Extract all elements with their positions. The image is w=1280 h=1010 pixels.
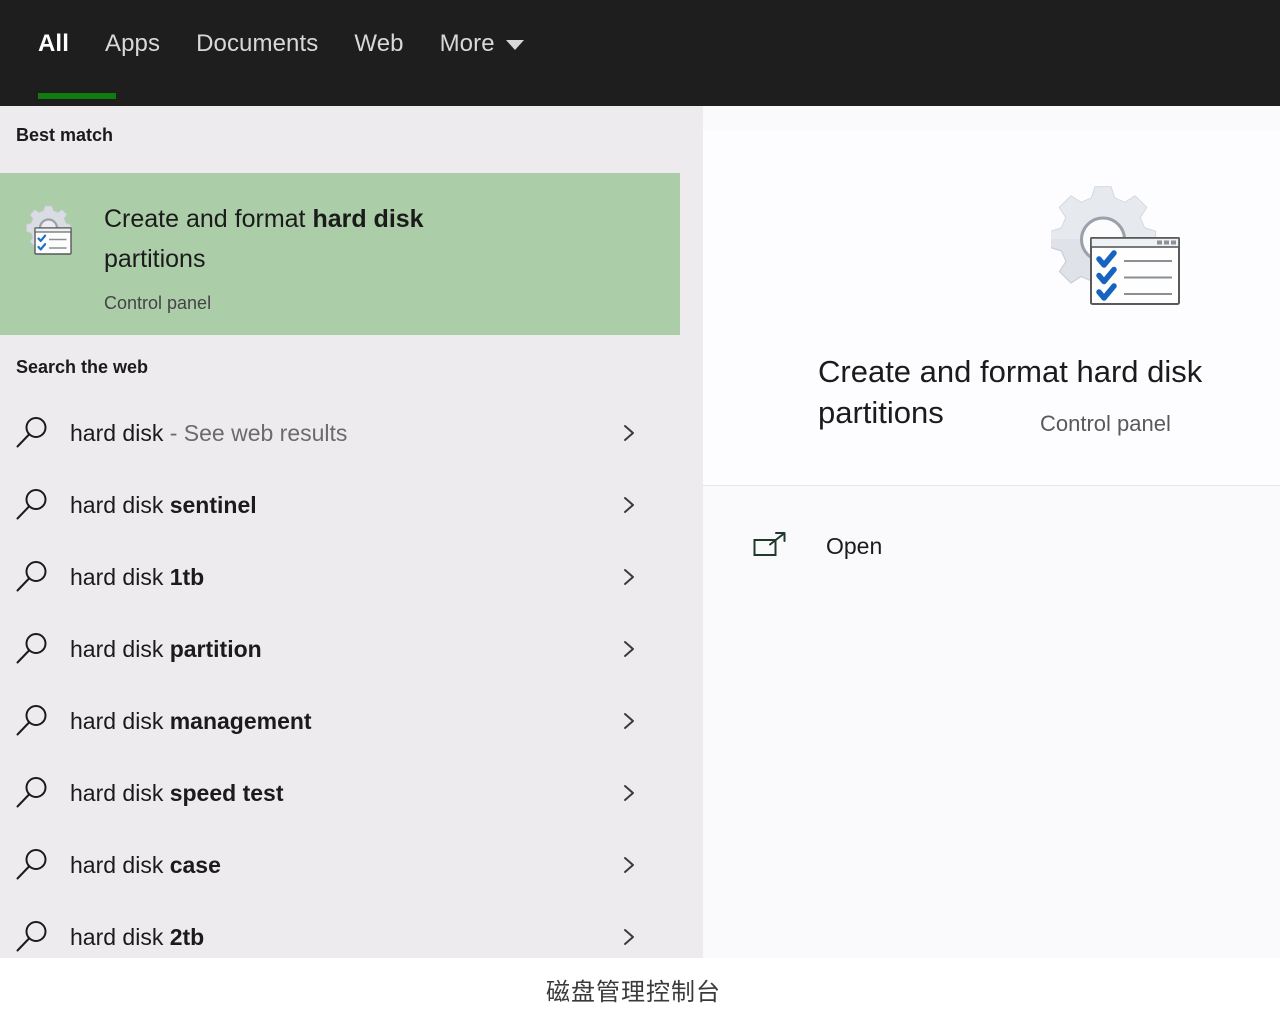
search-icon bbox=[10, 771, 54, 815]
best-match-title-highlight: hard disk bbox=[312, 205, 424, 233]
open-action-button[interactable]: Open bbox=[703, 513, 1280, 579]
tab-more[interactable]: More bbox=[422, 0, 542, 106]
suggestion-query-1: hard disk bbox=[70, 491, 170, 518]
search-icon bbox=[10, 915, 54, 958]
list-item[interactable]: hard disk sentinel bbox=[0, 469, 680, 541]
tab-apps[interactable]: Apps bbox=[87, 0, 178, 106]
caption-label: 磁盘管理控制台 bbox=[546, 978, 721, 1006]
chevron-right-icon[interactable] bbox=[618, 494, 640, 516]
list-item[interactable]: hard disk 2tb bbox=[0, 901, 680, 958]
web-suggestion-list: hard disk - See web results hard disk se… bbox=[0, 397, 680, 958]
caption-bar: 磁盘管理控制台 bbox=[0, 958, 1280, 1010]
preview-header-card: Create and format hard disk partitions C… bbox=[703, 130, 1280, 486]
results-panel: Best match Create and format hard disk p… bbox=[0, 106, 703, 958]
search-icon bbox=[10, 843, 54, 887]
chevron-right-icon[interactable] bbox=[618, 566, 640, 588]
chevron-right-icon[interactable] bbox=[618, 782, 640, 804]
list-item[interactable]: hard disk management bbox=[0, 685, 680, 757]
chevron-down-icon bbox=[505, 40, 524, 50]
preview-subtitle: Control panel bbox=[1040, 411, 1171, 436]
suggestion-query-2: hard disk bbox=[70, 563, 170, 590]
list-item-label: hard disk case bbox=[70, 852, 221, 879]
tab-documents[interactable]: Documents bbox=[178, 0, 336, 106]
chevron-right-icon[interactable] bbox=[618, 710, 640, 732]
list-item-label: hard disk sentinel bbox=[70, 492, 257, 519]
best-match-subtitle: Control panel bbox=[104, 293, 212, 313]
tab-apps-label: Apps bbox=[104, 30, 161, 57]
list-item[interactable]: hard disk speed test bbox=[0, 757, 680, 829]
preview-panel: Create and format hard disk partitions C… bbox=[703, 106, 1280, 958]
disk-management-icon bbox=[18, 202, 74, 258]
chevron-right-icon[interactable] bbox=[618, 926, 640, 948]
search-icon bbox=[10, 483, 54, 527]
suggestion-query-3: hard disk bbox=[70, 635, 170, 662]
chevron-right-icon[interactable] bbox=[618, 422, 640, 444]
suggestion-query-6: hard disk bbox=[70, 851, 170, 878]
tab-documents-label: Documents bbox=[196, 30, 319, 57]
chevron-right-icon[interactable] bbox=[618, 854, 640, 876]
suggestion-bold-1: sentinel bbox=[169, 491, 257, 518]
tab-list: All Apps Documents Web More bbox=[20, 0, 542, 106]
best-match-text: Create and format hard disk partitions Co… bbox=[104, 199, 424, 314]
list-item-label: hard disk partition bbox=[70, 636, 262, 663]
list-item-label: hard disk - See web results bbox=[70, 420, 347, 447]
suggestion-bold-7: 2tb bbox=[169, 923, 205, 950]
tab-web[interactable]: Web bbox=[336, 0, 421, 106]
list-item[interactable]: hard disk partition bbox=[0, 613, 680, 685]
best-match-result[interactable]: Create and format hard disk partitions Co… bbox=[0, 173, 680, 335]
list-item[interactable]: hard disk case bbox=[0, 829, 680, 901]
tab-all-label: All bbox=[38, 30, 69, 57]
best-match-heading: Best match bbox=[16, 125, 114, 145]
disk-management-icon bbox=[1049, 183, 1191, 313]
suggestion-bold-6: case bbox=[169, 851, 221, 878]
search-window: All Apps Documents Web More Best match C… bbox=[0, 0, 1280, 1010]
search-icon bbox=[10, 411, 54, 455]
open-action-label: Open bbox=[826, 532, 883, 559]
chevron-right-icon[interactable] bbox=[618, 638, 640, 660]
list-item-label: hard disk 2tb bbox=[70, 924, 204, 951]
tab-more-label: More bbox=[439, 30, 495, 57]
search-icon bbox=[10, 699, 54, 743]
list-item-label: hard disk speed test bbox=[70, 780, 283, 807]
open-in-new-icon bbox=[753, 531, 787, 561]
suggestion-query-5: hard disk bbox=[70, 779, 170, 806]
suggestion-query-7: hard disk bbox=[70, 923, 170, 950]
tab-web-label: Web bbox=[354, 30, 404, 57]
suggestion-bold-5: speed test bbox=[169, 779, 284, 806]
best-match-title-prefix: Create and format bbox=[104, 205, 313, 233]
list-item[interactable]: hard disk 1tb bbox=[0, 541, 680, 613]
suggestion-bold-4: management bbox=[169, 707, 312, 734]
tab-all[interactable]: All bbox=[20, 0, 116, 106]
list-item[interactable]: hard disk - See web results bbox=[0, 397, 680, 469]
suggestion-bold-2: 1tb bbox=[169, 563, 205, 590]
best-match-title-suffix: partitions bbox=[104, 245, 206, 273]
search-icon bbox=[10, 555, 54, 599]
suggestion-bold-3: partition bbox=[169, 635, 262, 662]
suggestion-suffix-0: - See web results bbox=[163, 419, 348, 446]
suggestion-query-0: hard disk bbox=[70, 419, 164, 446]
suggestion-query-4: hard disk bbox=[70, 707, 170, 734]
search-icon bbox=[10, 627, 54, 671]
search-the-web-heading: Search the web bbox=[16, 357, 149, 377]
search-filter-tabbar: All Apps Documents Web More bbox=[0, 0, 1280, 106]
list-item-label: hard disk management bbox=[70, 708, 312, 735]
list-item-label: hard disk 1tb bbox=[70, 564, 204, 591]
best-match-title: Create and format hard disk partitions bbox=[104, 199, 424, 279]
